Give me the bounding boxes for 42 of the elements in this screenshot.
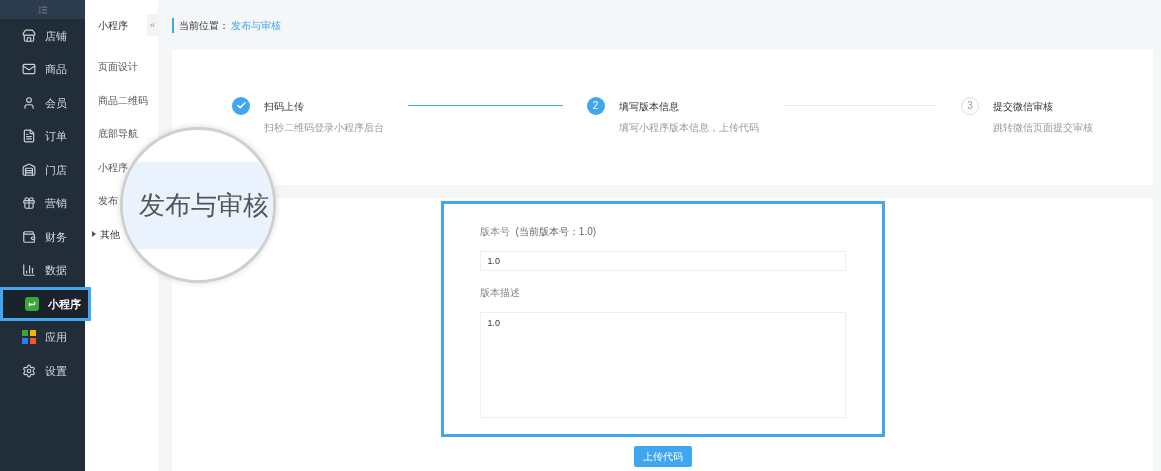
magnified-text: 发布与审核 — [139, 188, 269, 222]
wallet-icon — [22, 229, 36, 244]
document-icon — [22, 129, 36, 144]
step-number: 3 — [961, 96, 979, 115]
field-label: 版本号 — [479, 225, 510, 239]
caret-icon — [92, 231, 96, 238]
sidebar-item[interactable]: 订单 — [0, 119, 85, 153]
apps-grid-icon — [22, 330, 36, 345]
subnav-title: 小程序 — [98, 18, 128, 33]
subnav-group-label: 其他 — [100, 227, 120, 242]
bar-chart-icon — [22, 263, 36, 278]
sidebar-item[interactable]: 设置 — [0, 354, 85, 388]
sidebar-item[interactable]: 门店 — [0, 153, 85, 187]
shop-icon — [22, 162, 36, 177]
step-description: 扫秒二维码登录小程序后台 — [264, 120, 384, 135]
envelope-icon — [22, 62, 36, 77]
description-field[interactable]: 1.0 — [479, 312, 846, 418]
sidebar-item[interactable]: 应用 — [0, 320, 85, 354]
step-title: 扫码上传 — [264, 99, 305, 114]
subnav-item[interactable]: 商品二维码 — [85, 83, 158, 117]
user-icon — [22, 95, 36, 110]
version-field[interactable]: 1.0 — [479, 251, 846, 271]
sidebar-item[interactable]: 店铺 — [0, 19, 85, 53]
subnav-item[interactable]: 页面设计 — [85, 50, 158, 84]
sidebar-item[interactable]: 数据 — [0, 253, 85, 287]
step-description: 填写小程序版本信息，上传代码 — [618, 120, 759, 135]
field-label: 版本描述 — [479, 286, 521, 300]
sidebar-item[interactable]: 会员 — [0, 86, 85, 120]
gift-icon — [22, 196, 36, 211]
step-number: 2 — [586, 96, 605, 115]
step-title: 提交微信审核 — [993, 99, 1054, 114]
step-title: 填写版本信息 — [618, 99, 680, 114]
sidebar-item[interactable]: 商品 — [0, 52, 85, 86]
sidebar-item[interactable]: 小程序 — [0, 287, 91, 321]
sidebar-item[interactable]: 营销 — [0, 186, 85, 220]
sidebar-item[interactable]: 财务 — [0, 220, 85, 254]
collapse-menu-icon[interactable] — [37, 4, 48, 15]
step-description: 跳转微信页面提交审核 — [993, 120, 1093, 135]
store-icon — [22, 28, 36, 43]
breadcrumb-label: 当前位置： — [179, 18, 229, 33]
settings-icon — [22, 363, 36, 378]
field-hint: (当前版本号：1.0) — [515, 225, 597, 239]
